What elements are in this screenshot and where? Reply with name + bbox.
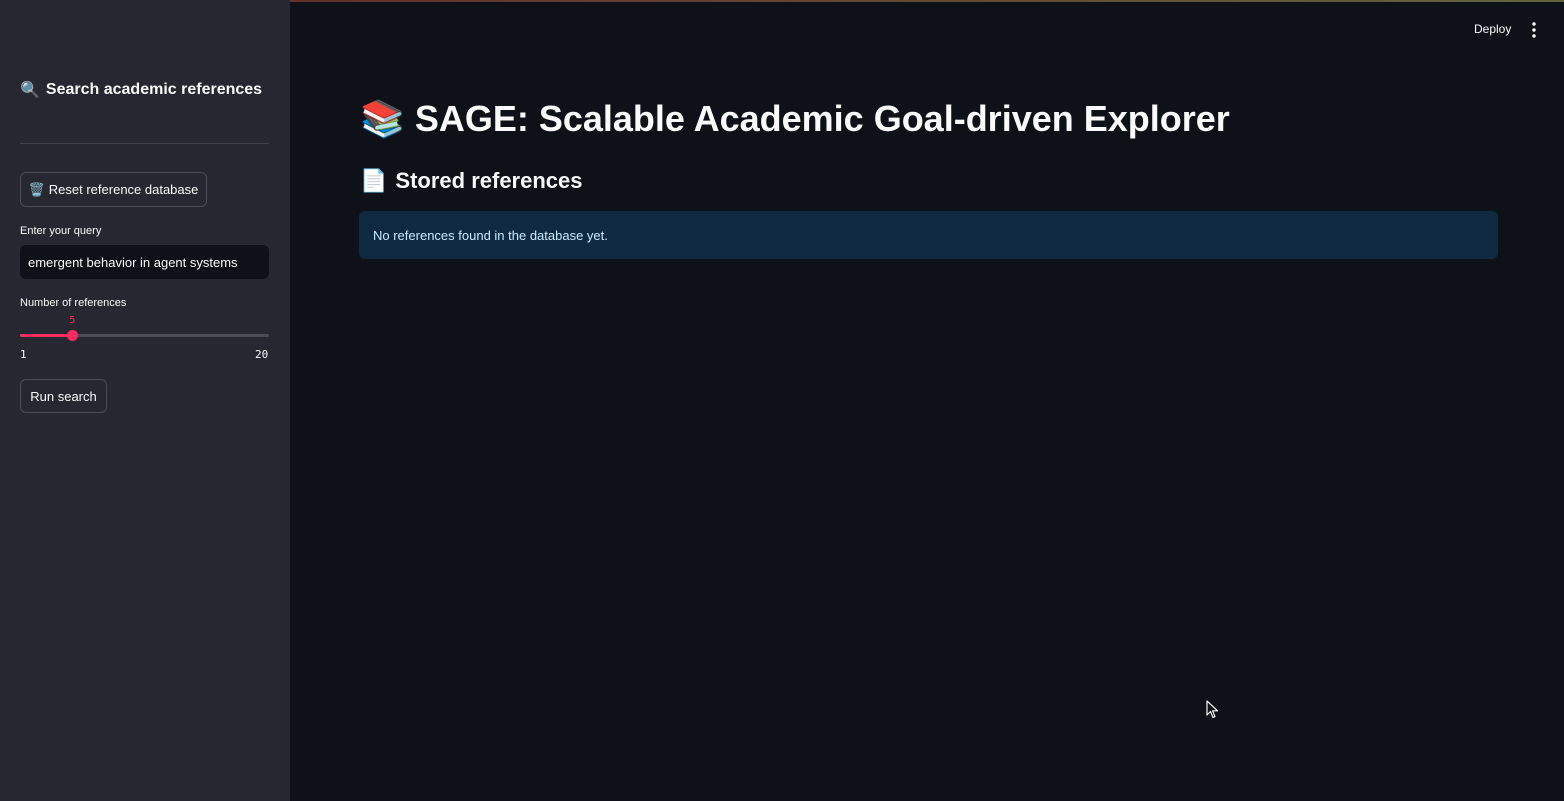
num-references-slider[interactable]: 5: [20, 315, 269, 341]
slider-value: 5: [69, 315, 76, 326]
search-icon: 🔍: [20, 82, 40, 99]
page-title: 📚 SAGE: Scalable Academic Goal-driven Ex…: [360, 98, 1230, 140]
more-menu-icon[interactable]: [1526, 21, 1542, 39]
query-input[interactable]: [20, 245, 269, 279]
sidebar-title-text: Search academic references: [45, 81, 263, 98]
sidebar: 🔍 Search academic references 🗑️ Reset re…: [0, 0, 290, 801]
query-label: Enter your query: [20, 225, 102, 237]
sidebar-divider: [20, 143, 269, 144]
books-icon: 📚: [360, 98, 405, 139]
run-search-button[interactable]: Run search: [20, 379, 107, 413]
section-title: 📄 Stored references: [360, 168, 583, 194]
document-icon: 📄: [360, 168, 388, 193]
reset-database-label: Reset reference database: [48, 182, 199, 197]
page-title-text: SAGE: Scalable Academic Goal-driven Expl…: [414, 98, 1230, 139]
slider-fill: [20, 334, 73, 337]
slider-min: 1: [20, 348, 27, 361]
slider-max: 20: [255, 348, 269, 361]
section-title-text: Stored references: [395, 168, 583, 193]
run-search-label: Run search: [30, 388, 97, 404]
mouse-cursor-icon: [1206, 700, 1219, 719]
reset-database-button[interactable]: 🗑️ Reset reference database: [20, 172, 207, 207]
slider-thumb[interactable]: [67, 330, 79, 341]
num-references-label: Number of references: [20, 297, 127, 309]
info-alert: No references found in the database yet.: [359, 211, 1498, 259]
info-message: No references found in the database yet.: [373, 227, 608, 243]
deploy-button[interactable]: Deploy: [1466, 20, 1519, 38]
sidebar-title: 🔍 Search academic references: [20, 80, 262, 100]
trash-icon: 🗑️: [28, 181, 45, 197]
